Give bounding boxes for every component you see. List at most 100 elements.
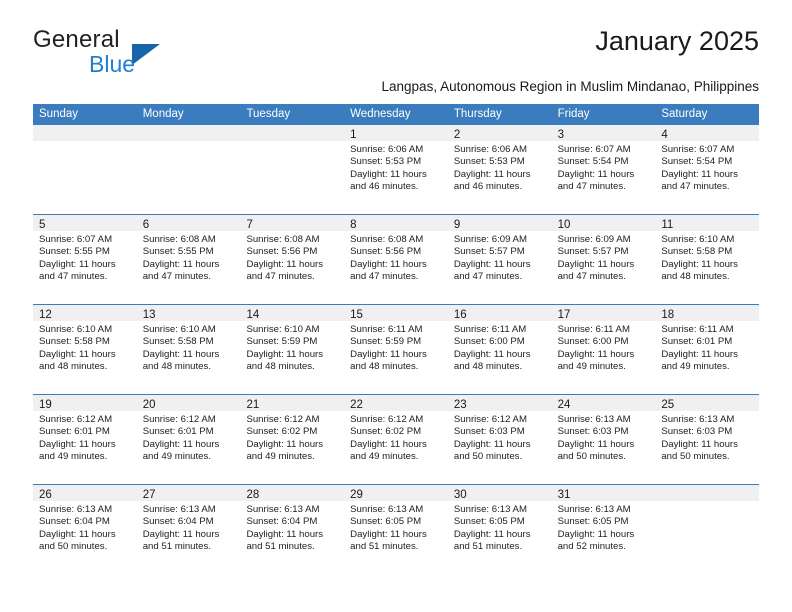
sunrise-text: Sunrise: 6:11 AM bbox=[661, 324, 734, 335]
calendar-day-cell[interactable]: 21 Sunrise: 6:12 AM Sunset: 6:02 PM Dayligh… bbox=[240, 395, 345, 484]
daylight-text-line2: and 47 minutes. bbox=[557, 271, 626, 283]
daylight-text-line1: Daylight: 11 hours bbox=[142, 348, 220, 360]
daylight-text-line2: and 51 minutes. bbox=[246, 541, 315, 553]
day-number: 31 bbox=[557, 489, 571, 501]
calendar-day-cell[interactable]: 3 Sunrise: 6:07 AM Sunset: 5:54 PM Daylight… bbox=[551, 125, 656, 214]
day-sun-info: Sunrise: 6:13 AM Sunset: 6:03 PM Daylight:… bbox=[552, 411, 656, 464]
daylight-text-line2: and 49 minutes. bbox=[350, 451, 419, 463]
sunrise-text: Sunrise: 6:13 AM bbox=[39, 504, 113, 515]
day-number-band: 2 bbox=[447, 125, 552, 141]
day-number-band: 23 bbox=[447, 395, 552, 411]
calendar-day-cell[interactable]: 11 Sunrise: 6:10 AM Sunset: 5:58 PM Dayligh… bbox=[655, 215, 760, 304]
day-sun-info: Sunrise: 6:10 AM Sunset: 5:58 PM Daylight:… bbox=[33, 321, 137, 374]
day-sun-info: Sunrise: 6:11 AM Sunset: 6:01 PM Daylight:… bbox=[655, 321, 759, 374]
calendar-day-cell[interactable]: 17 Sunrise: 6:11 AM Sunset: 6:00 PM Dayligh… bbox=[551, 305, 656, 394]
calendar-page: General Blue January 2025 Langpas, Auton… bbox=[0, 0, 792, 612]
day-number: 11 bbox=[661, 219, 674, 231]
day-number-band: 12 bbox=[33, 305, 137, 321]
calendar-day-cell[interactable]: 19 Sunrise: 6:12 AM Sunset: 6:01 PM Dayligh… bbox=[33, 395, 137, 484]
calendar-week-row: 19 Sunrise: 6:12 AM Sunset: 6:01 PM Dayligh… bbox=[33, 394, 760, 484]
daylight-text-line1: Daylight: 11 hours bbox=[557, 258, 635, 270]
calendar-day-cell[interactable]: 27 Sunrise: 6:13 AM Sunset: 6:04 PM Dayligh… bbox=[136, 485, 241, 574]
calendar-day-cell[interactable]: 18 Sunrise: 6:11 AM Sunset: 6:01 PM Dayligh… bbox=[655, 305, 760, 394]
calendar-day-cell[interactable]: 24 Sunrise: 6:13 AM Sunset: 6:03 PM Dayligh… bbox=[551, 395, 656, 484]
calendar-day-cell[interactable]: 29 Sunrise: 6:13 AM Sunset: 6:05 PM Dayligh… bbox=[344, 485, 448, 574]
calendar-day-cell[interactable]: 31 Sunrise: 6:13 AM Sunset: 6:05 PM Dayligh… bbox=[551, 485, 656, 574]
calendar-day-cell[interactable]: 28 Sunrise: 6:13 AM Sunset: 6:04 PM Dayligh… bbox=[240, 485, 345, 574]
daylight-text-line2: and 49 minutes. bbox=[557, 361, 626, 373]
sunrise-text: Sunrise: 6:13 AM bbox=[350, 504, 424, 515]
sunset-text: Sunset: 5:56 PM bbox=[350, 246, 422, 258]
day-number: 23 bbox=[453, 399, 467, 411]
daylight-text-line1: Daylight: 11 hours bbox=[246, 438, 324, 450]
sunset-text: Sunset: 6:03 PM bbox=[557, 426, 629, 438]
sunrise-text: Sunrise: 6:06 AM bbox=[350, 144, 424, 155]
day-number-band: 24 bbox=[551, 395, 656, 411]
daylight-text-line2: and 51 minutes. bbox=[142, 541, 211, 553]
calendar-day-cell[interactable]: 20 Sunrise: 6:12 AM Sunset: 6:01 PM Dayligh… bbox=[136, 395, 241, 484]
daylight-text-line1: Daylight: 11 hours bbox=[142, 528, 220, 540]
calendar-day-cell[interactable]: 1 Sunrise: 6:06 AM Sunset: 5:53 PM Daylight… bbox=[344, 125, 448, 214]
day-sun-info: Sunrise: 6:10 AM Sunset: 5:58 PM Daylight:… bbox=[655, 231, 759, 284]
sunrise-text: Sunrise: 6:10 AM bbox=[246, 324, 320, 335]
sunset-text: Sunset: 5:54 PM bbox=[557, 156, 629, 168]
calendar-week-row: 1 Sunrise: 6:06 AM Sunset: 5:53 PM Daylight… bbox=[33, 125, 760, 214]
sunset-text: Sunset: 5:55 PM bbox=[142, 246, 214, 258]
sunrise-text: Sunrise: 6:07 AM bbox=[557, 144, 631, 155]
calendar-day-cell[interactable]: 2 Sunrise: 6:06 AM Sunset: 5:53 PM Daylight… bbox=[447, 125, 552, 214]
calendar-day-cell[interactable]: 14 Sunrise: 6:10 AM Sunset: 5:59 PM Dayligh… bbox=[240, 305, 345, 394]
daylight-text-line2: and 47 minutes. bbox=[661, 181, 730, 193]
calendar-day-cell[interactable]: 13 Sunrise: 6:10 AM Sunset: 5:58 PM Dayligh… bbox=[136, 305, 241, 394]
day-number: 6 bbox=[142, 219, 150, 231]
day-sun-info: Sunrise: 6:08 AM Sunset: 5:56 PM Daylight:… bbox=[344, 231, 448, 284]
calendar-day-cell[interactable]: 12 Sunrise: 6:10 AM Sunset: 5:58 PM Dayligh… bbox=[33, 305, 137, 394]
calendar-day-cell[interactable]: 23 Sunrise: 6:12 AM Sunset: 6:03 PM Dayligh… bbox=[447, 395, 552, 484]
day-number-band: 14 bbox=[240, 305, 345, 321]
daylight-text-line2: and 47 minutes. bbox=[246, 271, 315, 283]
daylight-text-line1: Daylight: 11 hours bbox=[661, 348, 738, 360]
sunset-text: Sunset: 6:03 PM bbox=[453, 426, 525, 438]
day-sun-info: Sunrise: 6:06 AM Sunset: 5:53 PM Daylight:… bbox=[448, 141, 552, 194]
calendar-day-cell[interactable]: 8 Sunrise: 6:08 AM Sunset: 5:56 PM Daylight… bbox=[344, 215, 448, 304]
calendar-day-cell[interactable]: 9 Sunrise: 6:09 AM Sunset: 5:57 PM Daylight… bbox=[447, 215, 552, 304]
day-number: 20 bbox=[142, 399, 156, 411]
sunset-text: Sunset: 6:02 PM bbox=[246, 426, 318, 438]
calendar-day-cell[interactable]: 15 Sunrise: 6:11 AM Sunset: 5:59 PM Dayligh… bbox=[344, 305, 448, 394]
daylight-text-line2: and 47 minutes. bbox=[557, 181, 626, 193]
daylight-text-line1: Daylight: 11 hours bbox=[142, 258, 220, 270]
general-blue-logo[interactable]: General Blue bbox=[33, 26, 263, 78]
calendar-day-cell[interactable]: 26 Sunrise: 6:13 AM Sunset: 6:04 PM Dayligh… bbox=[33, 485, 137, 574]
day-number-band: 22 bbox=[344, 395, 448, 411]
calendar-day-cell[interactable]: 7 Sunrise: 6:08 AM Sunset: 5:56 PM Daylight… bbox=[240, 215, 345, 304]
day-number-band: 13 bbox=[136, 305, 241, 321]
day-number: 7 bbox=[246, 219, 253, 231]
day-number-band: 20 bbox=[136, 395, 241, 411]
day-number-band: 21 bbox=[240, 395, 345, 411]
daylight-text-line1: Daylight: 11 hours bbox=[453, 528, 531, 540]
calendar-day-cell[interactable]: 10 Sunrise: 6:09 AM Sunset: 5:57 PM Dayligh… bbox=[551, 215, 656, 304]
calendar-day-cell[interactable]: 4 Sunrise: 6:07 AM Sunset: 5:54 PM Daylight… bbox=[655, 125, 760, 214]
sunrise-text: Sunrise: 6:11 AM bbox=[453, 324, 527, 335]
sunrise-text: Sunrise: 6:13 AM bbox=[661, 414, 735, 425]
daylight-text-line2: and 50 minutes. bbox=[39, 541, 108, 553]
daylight-text-line1: Daylight: 11 hours bbox=[350, 528, 427, 540]
day-number-band: 19 bbox=[33, 395, 137, 411]
calendar-day-cell[interactable]: 30 Sunrise: 6:13 AM Sunset: 6:05 PM Dayligh… bbox=[447, 485, 552, 574]
sunset-text: Sunset: 5:57 PM bbox=[557, 246, 629, 258]
day-number: 19 bbox=[39, 399, 52, 411]
day-number-band: 11 bbox=[655, 215, 760, 231]
daylight-text-line1: Daylight: 11 hours bbox=[246, 258, 324, 270]
calendar-day-cell[interactable]: 16 Sunrise: 6:11 AM Sunset: 6:00 PM Dayligh… bbox=[447, 305, 552, 394]
calendar-day-cell[interactable]: 5 Sunrise: 6:07 AM Sunset: 5:55 PM Daylight… bbox=[33, 215, 137, 304]
day-number-band: 31 bbox=[551, 485, 656, 501]
location-subtitle: Langpas, Autonomous Region in Muslim Min… bbox=[381, 79, 759, 94]
calendar-day-cell[interactable]: 25 Sunrise: 6:13 AM Sunset: 6:03 PM Dayligh… bbox=[655, 395, 760, 484]
calendar-day-cell[interactable]: 6 Sunrise: 6:08 AM Sunset: 5:55 PM Daylight… bbox=[136, 215, 241, 304]
calendar-day-cell-empty bbox=[136, 125, 241, 214]
daylight-text-line1: Daylight: 11 hours bbox=[453, 258, 531, 270]
daylight-text-line2: and 46 minutes. bbox=[453, 181, 523, 193]
day-sun-info: Sunrise: 6:13 AM Sunset: 6:04 PM Daylight:… bbox=[137, 501, 241, 554]
calendar-day-cell[interactable]: 22 Sunrise: 6:12 AM Sunset: 6:02 PM Dayligh… bbox=[344, 395, 448, 484]
sunset-text: Sunset: 5:59 PM bbox=[350, 336, 422, 348]
sunset-text: Sunset: 6:00 PM bbox=[453, 336, 525, 348]
